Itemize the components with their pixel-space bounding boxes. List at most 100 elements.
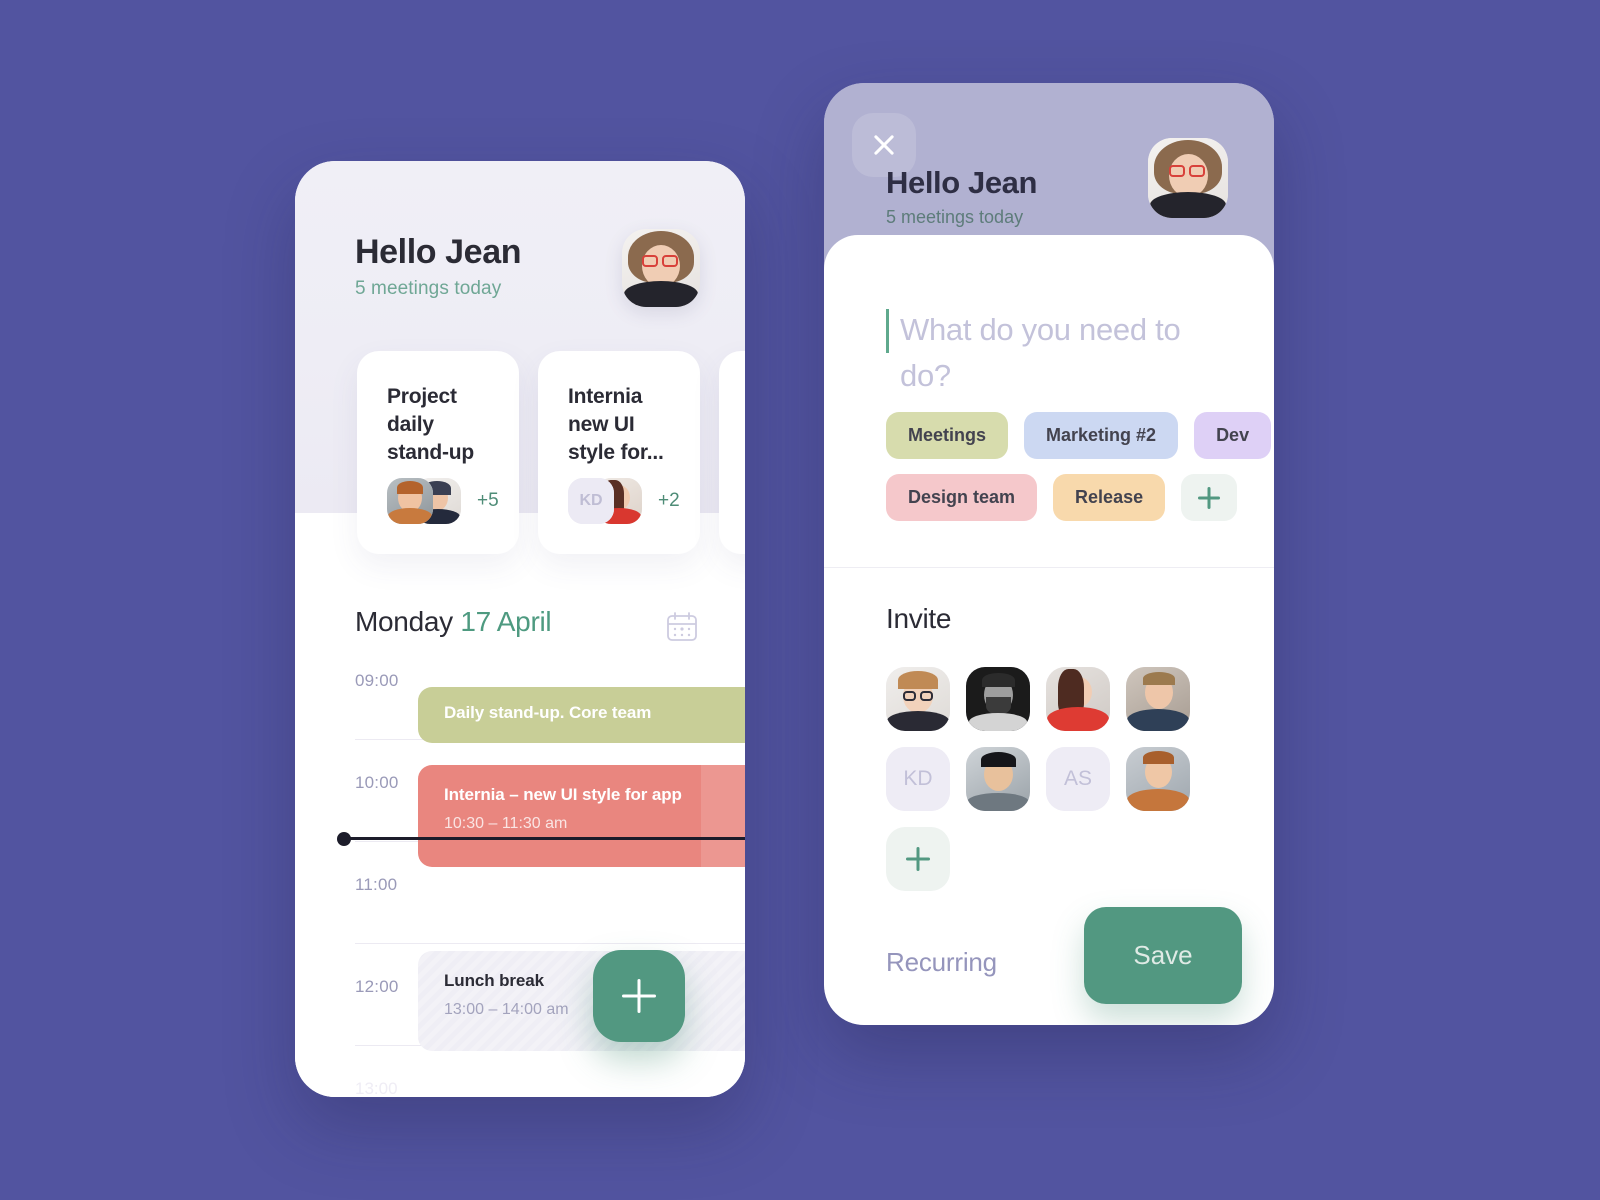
invitee-photo	[886, 667, 950, 731]
attendee-initials: KD	[568, 478, 614, 524]
task-input[interactable]: What do you need to do?	[886, 307, 1234, 393]
invitee-avatar[interactable]	[1046, 667, 1110, 731]
timeline-event-time: 13:00 – 14:00 am	[444, 1001, 569, 1018]
meetings-count-subtitle: 5 meetings today	[886, 207, 1024, 227]
meeting-card[interactable]: Project daily stand-up +5	[357, 351, 519, 554]
photo-body	[1047, 707, 1109, 731]
invitee-avatar[interactable]: KD	[886, 747, 950, 811]
invitee-initials: AS	[1046, 747, 1110, 811]
meeting-card-title: Internia new UI style for...	[568, 385, 664, 464]
date-header: Monday 17 April	[355, 606, 552, 638]
new-task-phone-screen: Hello Jean 5 meetings today What do you …	[824, 83, 1274, 1025]
page-title: Hello Jean	[355, 233, 522, 271]
hour-label: 11:00	[355, 875, 398, 894]
tag-chip-group: Meetings Marketing #2 Dev Design team Re…	[886, 412, 1272, 536]
avatar-glasses-left	[1169, 165, 1185, 177]
avatar-glasses-right	[662, 255, 678, 267]
timeline-event-title: Lunch break	[444, 971, 544, 990]
attendee-overflow-count: +2	[658, 490, 680, 511]
recurring-button[interactable]: Recurring	[886, 947, 997, 978]
photo-hair	[397, 481, 423, 494]
save-button[interactable]: Save	[1084, 907, 1242, 1004]
invitee-avatar[interactable]	[966, 747, 1030, 811]
photo-glasses-left	[903, 691, 916, 701]
invitee-photo	[966, 667, 1030, 731]
add-invitee-icon[interactable]	[886, 827, 950, 891]
photo-body	[1127, 709, 1189, 731]
hour-label: 10:00	[355, 773, 399, 792]
photo-glasses-right	[920, 691, 933, 701]
photo-body	[967, 793, 1029, 811]
tag-chip-design-team[interactable]: Design team	[886, 474, 1038, 521]
task-input-placeholder: What do you need to do?	[900, 312, 1181, 393]
avatar-glasses-right	[1189, 165, 1205, 177]
date-day: Monday	[355, 606, 453, 637]
avatar-body	[1150, 192, 1226, 218]
add-tag-icon[interactable]	[1181, 474, 1238, 521]
current-time-line	[343, 837, 745, 840]
add-event-fab[interactable]	[593, 950, 685, 1042]
meeting-card-attendees: KD +2	[568, 478, 680, 524]
tag-chip-dev[interactable]: Dev	[1194, 412, 1272, 459]
tag-chip-row: Design team Release	[886, 474, 1238, 521]
invitee-avatar[interactable]	[966, 667, 1030, 731]
timeline-event[interactable]: Internia – new UI style for app 10:30 – …	[418, 765, 745, 867]
photo-hair	[1143, 751, 1174, 764]
photo-body	[1127, 789, 1189, 811]
text-caret	[886, 309, 889, 353]
photo-body	[388, 508, 432, 524]
avatar[interactable]	[622, 229, 700, 307]
meeting-card[interactable]	[719, 351, 745, 554]
date-value: 17 April	[460, 606, 552, 637]
meeting-card-title: Project daily stand-up	[387, 385, 475, 464]
invitee-initials: KD	[886, 747, 950, 811]
tag-chip-marketing[interactable]: Marketing #2	[1024, 412, 1179, 459]
timeline-event-title: Daily stand-up. Core team	[444, 703, 652, 722]
meetings-count-subtitle: 5 meetings today	[355, 278, 502, 299]
avatar-photo	[1148, 138, 1228, 218]
avatar-stack	[387, 478, 461, 524]
avatar-photo	[622, 229, 700, 307]
new-task-sheet: What do you need to do? Meetings Marketi…	[824, 235, 1274, 1025]
invitee-photo	[966, 747, 1030, 811]
page-title: Hello Jean	[886, 165, 1038, 200]
attendee-avatar: KD	[568, 478, 614, 524]
meeting-card-attendees: +5	[387, 478, 499, 524]
avatar-body	[624, 281, 698, 307]
timeline-event[interactable]: Lunch break 13:00 – 14:00 am	[418, 951, 745, 1051]
schedule-phone-screen: Hello Jean 5 meetings today Project dail…	[295, 161, 745, 1097]
photo-hair	[982, 673, 1015, 687]
invitee-photo	[1126, 747, 1190, 811]
hour-label: 12:00	[355, 977, 399, 996]
photo-hair	[981, 752, 1016, 767]
timeline-event-time: 10:30 – 11:30 am	[444, 815, 568, 832]
invite-section-title: Invite	[886, 603, 952, 634]
section-divider	[824, 567, 1274, 568]
invitee-photo	[1126, 667, 1190, 731]
photo-body	[969, 713, 1027, 731]
invitee-avatar[interactable]	[886, 667, 950, 731]
hour-label: 09:00	[355, 671, 399, 690]
timeline-event[interactable]: Daily stand-up. Core team	[418, 687, 745, 743]
tag-chip-meetings[interactable]: Meetings	[886, 412, 1009, 459]
hour-gridline	[355, 943, 745, 944]
avatar-glasses-left	[642, 255, 658, 267]
calendar-icon[interactable]	[664, 609, 700, 645]
attendee-photo	[387, 478, 433, 524]
photo-hair	[1143, 672, 1175, 685]
photo-hair	[898, 671, 938, 689]
invite-avatar-grid: KD AS	[886, 667, 1238, 891]
avatar-stack: KD	[568, 478, 642, 524]
hour-label-partial: 13:00	[355, 1079, 398, 1097]
attendee-overflow-count: +5	[477, 490, 499, 511]
tag-chip-release[interactable]: Release	[1053, 474, 1166, 521]
invitee-avatar[interactable]: AS	[1046, 747, 1110, 811]
photo-body	[887, 711, 949, 731]
meeting-cards-carousel[interactable]: Project daily stand-up +5 Internia new U…	[295, 351, 745, 556]
invitee-avatar[interactable]	[1126, 667, 1190, 731]
invitee-photo	[1046, 667, 1110, 731]
meeting-card[interactable]: Internia new UI style for... KD +2	[538, 351, 700, 554]
tag-chip-row: Meetings Marketing #2 Dev	[886, 412, 1272, 459]
invitee-avatar[interactable]	[1126, 747, 1190, 811]
avatar[interactable]	[1148, 138, 1228, 218]
